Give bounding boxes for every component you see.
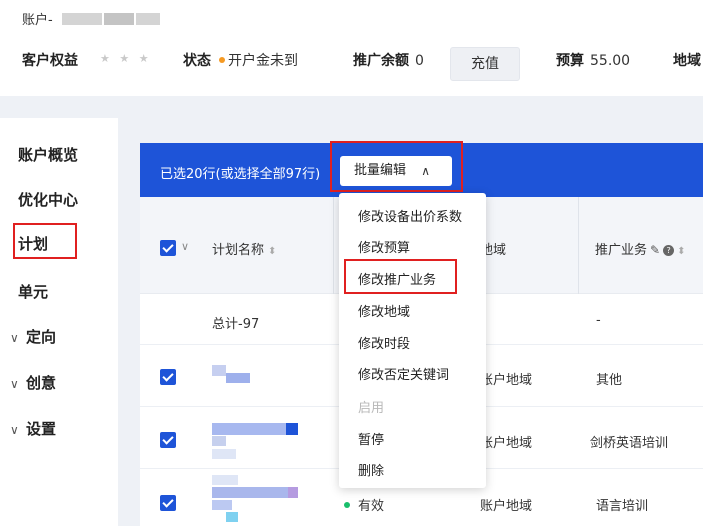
menu-item-edit-negative-keywords[interactable]: 修改否定关键词 [358,364,449,383]
sidebar-item-optimization[interactable]: 优化中心 [18,189,78,210]
sidebar-item-creative[interactable]: ∨ 创意 [10,372,56,393]
highlight-box-plan [13,223,77,259]
region-summary: 地域 [673,53,701,69]
menu-item-delete[interactable]: 删除 [358,460,384,479]
row-region: 账户地域 [480,436,533,451]
account-label: 账户- [22,13,53,28]
sidebar-item-settings[interactable]: ∨ 设置 [10,418,56,439]
selection-count[interactable]: 已选20行(或选择全部97行) [160,163,320,182]
row-region: 账户地域 [480,499,533,514]
sidebar-item-unit[interactable]: 单元 [18,281,48,302]
menu-item-edit-device-bid[interactable]: 修改设备出价系数 [358,206,462,225]
chevron-down-icon[interactable]: ∨ [181,240,189,253]
menu-item-pause[interactable]: 暂停 [358,429,384,448]
column-divider [578,197,579,294]
menu-item-edit-budget[interactable]: 修改预算 [358,237,410,256]
row-promo-business: 剑桥英语培训 [590,436,669,451]
account-name-redacted-2 [104,13,134,25]
column-header-promo-business[interactable]: 推广业务 ✎? ⬍ [595,239,685,258]
account-name-redacted [62,13,102,25]
sidebar-nav [0,118,118,526]
plan-name-redacted [226,512,238,522]
highlight-box-batch-edit [330,141,463,192]
account-status: 状态 开户金未到 [183,53,298,69]
plan-name-redacted [288,487,298,498]
rating-stars-icon: ★ ★ ★ [100,52,152,65]
row-checkbox[interactable] [160,432,176,448]
plan-name-redacted [226,373,250,383]
plan-name-redacted [212,436,226,446]
budget: 预算 55.00 [556,53,631,69]
header-divider [0,96,703,118]
total-row-promo: - [596,313,601,328]
column-divider [333,197,334,294]
plan-name-redacted [286,423,298,435]
sort-icon[interactable]: ⬍ [268,246,276,257]
status-dot-icon [344,502,350,508]
row-status: 有效 [344,495,384,514]
total-row-label: 总计-97 [212,317,260,332]
highlight-box-promo-business [344,259,457,294]
plan-name-redacted [212,449,236,459]
chevron-down-icon: ∨ [10,331,19,345]
status-dot-icon [219,57,225,63]
help-icon[interactable]: ? [663,245,675,256]
sidebar-item-overview[interactable]: 账户概览 [18,144,78,165]
sort-icon[interactable]: ⬍ [677,246,685,257]
batch-edit-menu: 修改设备出价系数 修改预算 修改推广业务 修改地域 修改时段 修改否定关键词 启… [339,193,486,488]
plan-name-redacted [212,475,238,485]
menu-item-edit-region[interactable]: 修改地域 [358,301,410,320]
plan-name-redacted [212,423,286,435]
row-promo-business: 其他 [596,373,623,388]
account-stats: 客户权益 ★ ★ ★ 状态 开户金未到 推广余额 0 预算 55.00 地域 [0,44,703,74]
plan-name-redacted [212,487,288,498]
row-checkbox[interactable] [160,495,176,511]
account-name-redacted-3 [136,13,160,25]
plan-name-redacted [212,500,232,510]
recharge-button[interactable]: 充值 [450,47,520,81]
column-header-plan-name[interactable]: 计划名称 ⬍ [212,239,276,258]
account-header: 账户- 客户权益 ★ ★ ★ 状态 开户金未到 推广余额 0 预算 55.00 地域 … [0,0,703,96]
customer-rights: 客户权益 [22,53,78,69]
chevron-down-icon: ∨ [10,423,19,437]
row-checkbox[interactable] [160,369,176,385]
chevron-down-icon: ∨ [10,377,19,391]
row-region: 账户地域 [480,373,533,388]
status-value: 开户金未到 [228,53,298,69]
select-all-checkbox[interactable] [160,240,176,256]
plan-name-redacted [212,365,226,376]
row-promo-business: 语言培训 [596,499,649,514]
menu-item-enable: 启用 [358,401,385,416]
promo-balance: 推广余额 0 [353,53,424,69]
menu-item-edit-schedule[interactable]: 修改时段 [358,333,410,352]
sidebar-item-targeting[interactable]: ∨ 定向 [10,326,56,347]
edit-icon[interactable]: ✎ [650,243,660,257]
